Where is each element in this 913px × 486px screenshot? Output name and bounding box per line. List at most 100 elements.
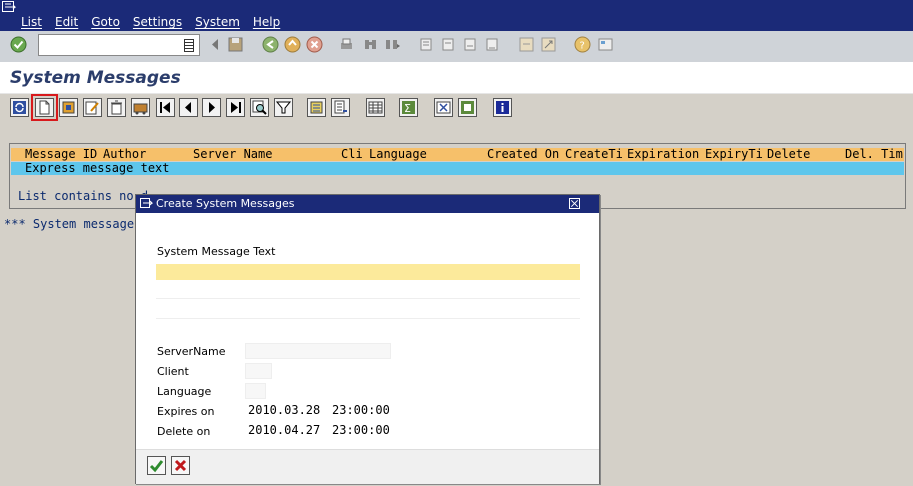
transport-icon [133, 103, 148, 115]
title-bar: System Messages [0, 62, 913, 94]
shortcut-icon[interactable] [540, 36, 557, 53]
menu-goto[interactable]: Goto [91, 15, 120, 29]
sort-button[interactable] [307, 98, 326, 117]
col-created-on[interactable]: Created On [487, 148, 559, 161]
first-icon [160, 102, 170, 113]
delete-date-field[interactable]: 2010.04.27 [248, 423, 320, 437]
previous-page-icon[interactable] [440, 36, 457, 53]
next-icon [209, 102, 215, 113]
layout-button[interactable] [366, 98, 385, 117]
col-message-id[interactable]: Message ID [25, 148, 97, 161]
application-toolbar: Σ [0, 94, 913, 124]
col-delete[interactable]: Delete [767, 148, 810, 161]
col-language[interactable]: Language [369, 148, 427, 161]
language-field[interactable] [245, 383, 266, 399]
sum-button[interactable]: Σ [399, 98, 418, 117]
create-session-icon[interactable] [518, 36, 535, 53]
help-icon[interactable]: ? [574, 36, 591, 53]
menu-system[interactable]: System [195, 15, 240, 29]
last-icon [231, 102, 241, 113]
export-icon [334, 100, 347, 114]
dialog-body: System Message Text ServerName Client La… [136, 213, 599, 449]
page-title: System Messages [10, 68, 181, 88]
menu-edit[interactable]: Edit [55, 15, 78, 29]
enter-icon[interactable] [10, 36, 27, 53]
command-field[interactable] [38, 34, 200, 56]
find-next-icon[interactable] [384, 36, 401, 53]
previous-icon [185, 102, 191, 113]
cancel-icon[interactable] [306, 36, 323, 53]
server-name-field[interactable] [245, 343, 391, 359]
save-icon[interactable] [227, 36, 244, 53]
client-label: Client [157, 365, 189, 378]
create-button[interactable] [31, 94, 58, 121]
message-text-line-3[interactable] [156, 303, 580, 319]
info-icon [496, 101, 509, 114]
col-expiry-time[interactable]: ExpiryTi [705, 148, 763, 161]
first-button[interactable] [156, 98, 175, 117]
next-button[interactable] [202, 98, 221, 117]
list-row[interactable]: Express message text [11, 162, 904, 175]
empty-list-note: List contains no d [18, 189, 149, 203]
filter-icon [276, 101, 291, 114]
dialog-title: Create System Messages [156, 197, 295, 210]
save-list-icon [461, 101, 474, 114]
next-page-icon[interactable] [462, 36, 479, 53]
system-menu-icon[interactable] [2, 1, 17, 13]
menu-settings[interactable]: Settings [133, 15, 182, 29]
cancel-button[interactable] [171, 456, 190, 475]
print-preview-icon [436, 101, 451, 114]
svg-text:Σ: Σ [404, 102, 411, 115]
layout-menu-icon[interactable] [597, 36, 614, 53]
previous-button[interactable] [179, 98, 198, 117]
pencil-icon [85, 101, 99, 115]
col-del-time[interactable]: Del. Tim [845, 148, 903, 161]
client-field[interactable] [245, 363, 272, 379]
col-expiration[interactable]: Expiration [627, 148, 699, 161]
first-page-icon[interactable] [418, 36, 435, 53]
change-button[interactable] [83, 98, 102, 117]
sum-icon: Σ [402, 101, 415, 115]
delete-time-field[interactable]: 23:00:00 [332, 423, 390, 437]
expires-date-field[interactable]: 2010.03.28 [248, 403, 320, 417]
col-create-time[interactable]: CreateTi [565, 148, 623, 161]
copy-icon [62, 101, 75, 114]
menu-list[interactable]: List [21, 15, 42, 29]
checkmark-icon [149, 460, 164, 473]
message-text-line-2[interactable] [156, 283, 580, 299]
list-header: Message ID Author Server Name Cli Langua… [11, 148, 904, 161]
copy-button[interactable] [59, 98, 78, 117]
menu-help[interactable]: Help [253, 15, 280, 29]
server-name-label: ServerName [157, 345, 226, 358]
delete-button[interactable] [107, 98, 126, 117]
info-button[interactable] [493, 98, 512, 117]
col-client[interactable]: Cli [341, 148, 363, 161]
print-list-button[interactable] [434, 98, 453, 117]
find-icon[interactable] [362, 36, 379, 53]
svg-text:?: ? [580, 41, 585, 52]
expires-time-field[interactable]: 23:00:00 [332, 403, 390, 417]
standard-toolbar: ? [0, 31, 913, 63]
confirm-button[interactable] [147, 456, 166, 475]
last-page-icon[interactable] [484, 36, 501, 53]
system-message-text-label: System Message Text [157, 245, 276, 258]
refresh-button[interactable] [10, 98, 29, 117]
filter-button[interactable] [274, 98, 293, 117]
exit-icon[interactable] [284, 36, 301, 53]
col-server-name[interactable]: Server Name [193, 148, 272, 161]
back-icon[interactable] [262, 36, 279, 53]
col-author[interactable]: Author [103, 148, 146, 161]
last-button[interactable] [226, 98, 245, 117]
close-icon[interactable] [569, 198, 580, 209]
export-button[interactable] [331, 98, 350, 117]
transport-button[interactable] [131, 98, 150, 117]
command-history-icon[interactable] [184, 39, 194, 52]
grid-icon [368, 101, 383, 114]
print-icon[interactable] [338, 36, 355, 53]
status-note: *** System message [4, 217, 135, 231]
save-list-button[interactable] [458, 98, 477, 117]
message-text-line-1[interactable] [156, 264, 580, 280]
trash-icon [111, 100, 122, 115]
find-button[interactable] [250, 98, 269, 117]
new-document-icon [39, 100, 50, 115]
